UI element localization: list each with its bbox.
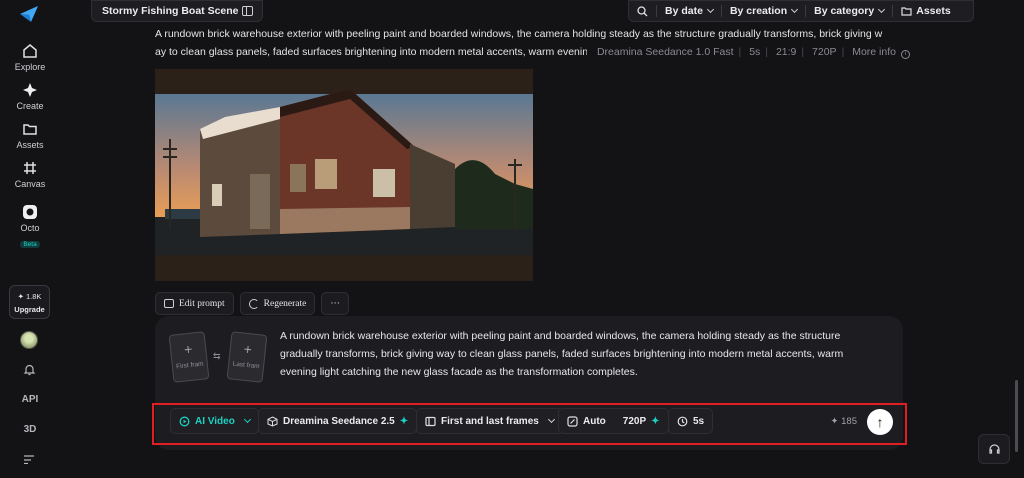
aspect-ratio-value: 21:9 (775, 46, 797, 58)
sidebar-item-create[interactable]: Create (0, 81, 60, 111)
upgrade-button[interactable]: ✦ 1.8K Upgrade (9, 285, 50, 319)
frames-mode-select[interactable]: First and last frames (416, 408, 563, 434)
headset-icon (988, 444, 1000, 454)
scrollbar[interactable] (1015, 380, 1018, 452)
generation-toolbar: AI Video Dreamina Seedance 2.5 ✦ First a… (155, 405, 903, 439)
filter-by-category[interactable]: By category (806, 1, 892, 21)
home-icon (23, 44, 37, 58)
generation-description: A rundown brick warehouse exterior with … (155, 25, 915, 61)
sparkle-icon (23, 83, 37, 97)
arrow-up-icon: ↑ (876, 414, 884, 430)
regenerate-button[interactable]: Regenerate (239, 292, 316, 315)
chevron-down-icon (706, 5, 714, 14)
resolution-value: 720P (622, 415, 647, 427)
sidebar-item-label: Octo (20, 223, 40, 233)
3d-link[interactable]: 3D (0, 424, 60, 435)
prompt-input[interactable]: A rundown brick warehouse exterior with … (280, 327, 880, 381)
filter-bar: By date By creation By category Assets (628, 0, 974, 22)
more-options-button[interactable]: ··· (321, 292, 349, 315)
last-frame-label: Last fram (232, 360, 260, 371)
frames-icon (425, 416, 436, 426)
menu-icon[interactable] (23, 454, 35, 464)
folder-icon (901, 7, 912, 16)
model-select[interactable]: Dreamina Seedance 2.5 ✦ (258, 408, 418, 434)
upgrade-label: Upgrade (14, 305, 45, 314)
aspect-value: Auto (583, 415, 606, 427)
resolution-value: 720P (812, 46, 837, 58)
aspect-resolution-select[interactable]: Auto 720P ✦ (558, 408, 669, 434)
mode-select[interactable]: AI Video (170, 408, 259, 434)
panel-toggle-icon[interactable] (242, 6, 253, 16)
credit-cost: ✦ 185 (830, 416, 857, 427)
first-frame-label: First fram (175, 360, 204, 371)
app-logo-icon[interactable] (18, 4, 40, 24)
beta-badge: Beta (20, 241, 40, 248)
credits-count: ✦ 1.8K (17, 292, 42, 301)
video-mode-icon (179, 416, 190, 426)
avatar[interactable] (20, 331, 38, 349)
sidebar: Explore Create Assets Canvas Octo Beta ✦… (0, 0, 60, 478)
edit-prompt-button[interactable]: Edit prompt (155, 292, 234, 315)
aspect-ratio-icon (567, 415, 578, 427)
sparkle-icon: ✦ (399, 415, 409, 427)
sidebar-item-label: Assets (16, 140, 44, 150)
refresh-icon (248, 298, 259, 309)
sidebar-item-label: Canvas (14, 179, 46, 189)
generate-button[interactable]: ↑ (867, 409, 893, 435)
sidebar-item-label: Explore (14, 62, 46, 72)
generated-video-thumbnail[interactable] (155, 69, 533, 281)
generation-actions: Edit prompt Regenerate ··· (155, 292, 349, 315)
chevron-down-icon (547, 415, 555, 424)
more-info-link[interactable]: More info (852, 46, 896, 58)
last-frame-upload[interactable]: + Last fram (226, 331, 268, 383)
plus-icon: + (183, 340, 194, 358)
sidebar-item-canvas[interactable]: Canvas (0, 159, 60, 189)
first-frame-upload[interactable]: + First fram (168, 331, 210, 383)
swap-icon[interactable]: ⇆ (213, 351, 221, 362)
warehouse-image (155, 69, 533, 281)
search-icon (637, 5, 648, 16)
description-line: A rundown brick warehouse exterior with … (155, 28, 883, 40)
clock-icon (677, 416, 688, 426)
search-button[interactable] (629, 1, 656, 21)
generation-meta: Dreamina Seedance 1.0 Fast | 5s | 21:9 | 72… (597, 43, 915, 61)
sidebar-item-assets[interactable]: Assets (0, 120, 60, 150)
duration-select[interactable]: 5s (668, 408, 714, 434)
sidebar-item-octo[interactable]: Octo Beta (0, 203, 60, 251)
sidebar-item-label: Create (16, 101, 44, 111)
assets-button[interactable]: Assets (893, 1, 958, 21)
chevron-down-icon (243, 415, 251, 424)
description-line: ay to clean glass panels, faded surfaces… (155, 46, 587, 58)
canvas-icon (24, 162, 36, 174)
api-link[interactable]: API (0, 394, 60, 405)
model-name: Dreamina Seedance 1.0 Fast (596, 46, 734, 58)
sparkle-icon: ✦ (651, 415, 660, 427)
plus-icon: + (242, 340, 253, 358)
project-title-pill[interactable]: Stormy Fishing Boat Scene (91, 0, 263, 22)
edit-icon (164, 299, 174, 308)
chevron-down-icon (791, 5, 799, 14)
duration-value: 5s (749, 46, 761, 58)
bell-icon[interactable] (23, 363, 36, 376)
chevron-down-icon (878, 5, 886, 14)
sparkle-icon: ✦ (830, 416, 839, 427)
sidebar-item-explore[interactable]: Explore (0, 42, 60, 72)
cube-icon (267, 415, 278, 427)
filter-by-creation[interactable]: By creation (722, 1, 805, 21)
octo-icon (23, 205, 37, 219)
filter-by-date[interactable]: By date (657, 1, 721, 21)
support-button[interactable] (978, 434, 1010, 464)
project-title: Stormy Fishing Boat Scene (102, 5, 239, 17)
folder-icon (23, 124, 37, 135)
info-icon[interactable]: i (901, 50, 910, 59)
